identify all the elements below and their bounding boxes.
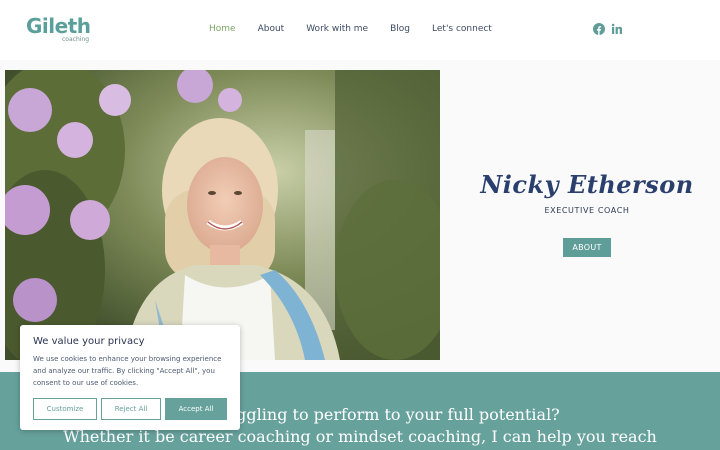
nav-home[interactable]: Home bbox=[209, 22, 236, 36]
logo[interactable]: Gileth coaching bbox=[26, 14, 96, 44]
logo-wordmark: Gileth bbox=[26, 14, 91, 38]
cookie-text: We use cookies to enhance your browsing … bbox=[33, 355, 222, 387]
logo-subtext: coaching bbox=[62, 36, 90, 43]
facebook-icon[interactable] bbox=[593, 23, 605, 35]
nav-blog[interactable]: Blog bbox=[390, 22, 410, 36]
site-header: Gileth coaching Home About Work with me … bbox=[0, 0, 720, 60]
customize-button[interactable]: Customize bbox=[33, 398, 97, 420]
accept-all-button[interactable]: Accept All bbox=[165, 398, 227, 420]
nav-lets-connect[interactable]: Let's connect bbox=[432, 22, 492, 36]
about-button[interactable]: ABOUT bbox=[563, 238, 611, 257]
nav-work-with-me[interactable]: Work with me bbox=[306, 22, 368, 36]
cookie-consent-popup: We value your privacy We use cookies to … bbox=[20, 325, 240, 430]
social-links bbox=[593, 23, 623, 35]
coach-name: Nicky Etherson bbox=[480, 170, 694, 199]
hero-photo bbox=[5, 70, 440, 360]
nav-about[interactable]: About bbox=[258, 22, 285, 36]
main-nav: Home About Work with me Blog Let's conne… bbox=[209, 22, 514, 36]
reject-all-button[interactable]: Reject All bbox=[101, 398, 161, 420]
coach-role: EXECUTIVE COACH bbox=[544, 206, 630, 215]
cookie-title: We value your privacy bbox=[33, 336, 145, 347]
linkedin-icon[interactable] bbox=[611, 23, 623, 35]
